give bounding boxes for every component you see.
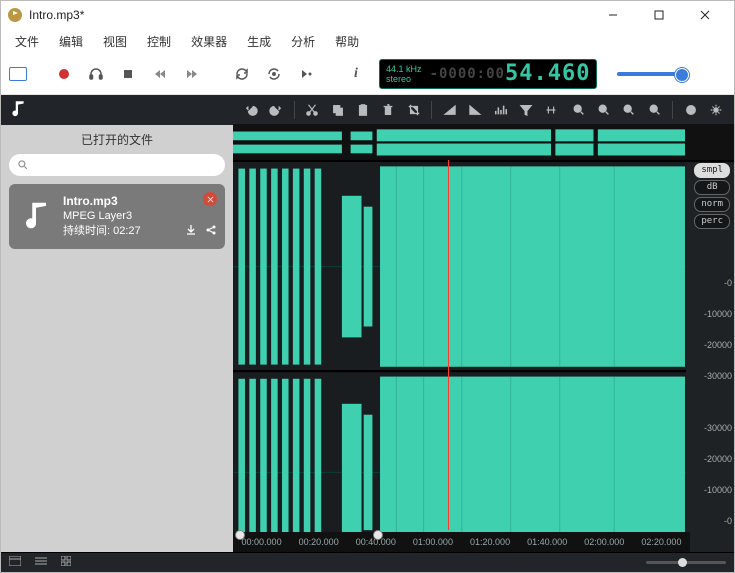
music-note-icon <box>19 194 53 234</box>
window-mode-button[interactable] <box>9 67 27 81</box>
time-axis[interactable]: 00:00.000 00:20.000 00:40.000 01:00.000 … <box>233 532 690 552</box>
status-bar <box>1 552 734 572</box>
skip-button[interactable] <box>293 61 319 87</box>
stop-button[interactable] <box>115 61 141 87</box>
rewind-button[interactable] <box>147 61 173 87</box>
share-icon[interactable] <box>205 223 217 241</box>
undo-button[interactable] <box>239 98 262 122</box>
file-name: Intro.mp3 <box>63 194 215 209</box>
main-area: 已打开的文件 Intro.mp3 MPEG Layer3 持续时间: 02:27 <box>1 95 734 552</box>
channel-mode: stereo <box>386 74 422 84</box>
search-input[interactable] <box>9 154 225 176</box>
download-icon[interactable] <box>185 223 197 241</box>
status-zoom-slider[interactable] <box>646 561 726 564</box>
filter-button[interactable] <box>514 98 537 122</box>
statusbar-grid-icon[interactable] <box>61 556 71 569</box>
range-start-handle[interactable] <box>235 530 245 540</box>
maximize-button[interactable] <box>636 1 682 29</box>
info-button[interactable]: i <box>343 61 369 87</box>
menu-edit[interactable]: 编辑 <box>49 30 93 53</box>
cut-button[interactable] <box>301 98 324 122</box>
settings-button[interactable] <box>705 98 728 122</box>
zoom-out-button[interactable] <box>592 98 615 122</box>
paste-button[interactable] <box>351 98 374 122</box>
statusbar-view-icon[interactable] <box>9 556 21 569</box>
zoom-in-button[interactable] <box>567 98 590 122</box>
sidebar-title: 已打开的文件 <box>1 125 233 152</box>
time-display: 44.1 kHz stereo -0000:00 54.460 <box>379 59 597 89</box>
loop-button[interactable] <box>229 61 255 87</box>
zoom-selection-button[interactable] <box>618 98 641 122</box>
scale-mode-buttons: smpl dB norm perc <box>694 163 730 229</box>
file-card[interactable]: Intro.mp3 MPEG Layer3 持续时间: 02:27 <box>9 184 225 249</box>
file-codec: MPEG Layer3 <box>63 209 215 224</box>
menu-generate[interactable]: 生成 <box>237 30 281 53</box>
editor-column: smpl dB norm perc -0 -10000 -20000 -3000… <box>233 95 734 552</box>
copy-button[interactable] <box>326 98 349 122</box>
time-position-big: 54.460 <box>505 63 590 85</box>
edit-toolbar <box>233 95 734 125</box>
statusbar-list-icon[interactable] <box>35 556 47 569</box>
menu-view[interactable]: 视图 <box>93 30 137 53</box>
menu-control[interactable]: 控制 <box>137 30 181 53</box>
crop-button[interactable] <box>402 98 425 122</box>
menu-bar: 文件 编辑 视图 控制 效果器 生成 分析 帮助 <box>1 29 734 53</box>
spectrum-button[interactable] <box>489 98 512 122</box>
menu-effects[interactable]: 效果器 <box>181 30 237 53</box>
menu-help[interactable]: 帮助 <box>325 30 369 53</box>
record-button[interactable] <box>51 61 77 87</box>
scale-norm-button[interactable]: norm <box>694 197 730 212</box>
time-position-small: -0000:00 <box>430 66 505 82</box>
forward-button[interactable] <box>179 61 205 87</box>
scale-smpl-button[interactable]: smpl <box>694 163 730 178</box>
playhead[interactable] <box>448 160 449 530</box>
menu-file[interactable]: 文件 <box>5 30 49 53</box>
delete-button[interactable] <box>377 98 400 122</box>
ramp-up-button[interactable] <box>438 98 461 122</box>
volume-slider[interactable] <box>617 72 687 76</box>
sample-rate: 44.1 kHz <box>386 64 422 74</box>
menu-analyze[interactable]: 分析 <box>281 30 325 53</box>
headphones-button[interactable] <box>83 61 109 87</box>
amplitude-scale: -0 -10000 -20000 -30000 -30000 -20000 -1… <box>704 275 732 530</box>
ramp-down-button[interactable] <box>464 98 487 122</box>
waveform-view[interactable]: smpl dB norm perc -0 -10000 -20000 -3000… <box>233 125 734 552</box>
close-button[interactable] <box>682 1 728 29</box>
title-bar: Intro.mp3* <box>1 1 734 29</box>
minimize-button[interactable] <box>590 1 636 29</box>
window-title: Intro.mp3* <box>29 8 84 22</box>
sidebar: 已打开的文件 Intro.mp3 MPEG Layer3 持续时间: 02:27 <box>1 95 233 552</box>
close-file-icon[interactable] <box>203 192 217 206</box>
channel-button[interactable] <box>679 98 702 122</box>
zoom-fit-button[interactable] <box>643 98 666 122</box>
transport-toolbar: i 44.1 kHz stereo -0000:00 54.460 <box>1 53 734 95</box>
scale-perc-button[interactable]: perc <box>694 214 730 229</box>
sidebar-header <box>1 95 233 125</box>
music-note-icon <box>9 99 27 122</box>
effects-button[interactable] <box>540 98 563 122</box>
loop-marker-button[interactable] <box>261 61 287 87</box>
app-icon <box>7 7 23 23</box>
scale-db-button[interactable]: dB <box>694 180 730 195</box>
redo-button[interactable] <box>264 98 287 122</box>
